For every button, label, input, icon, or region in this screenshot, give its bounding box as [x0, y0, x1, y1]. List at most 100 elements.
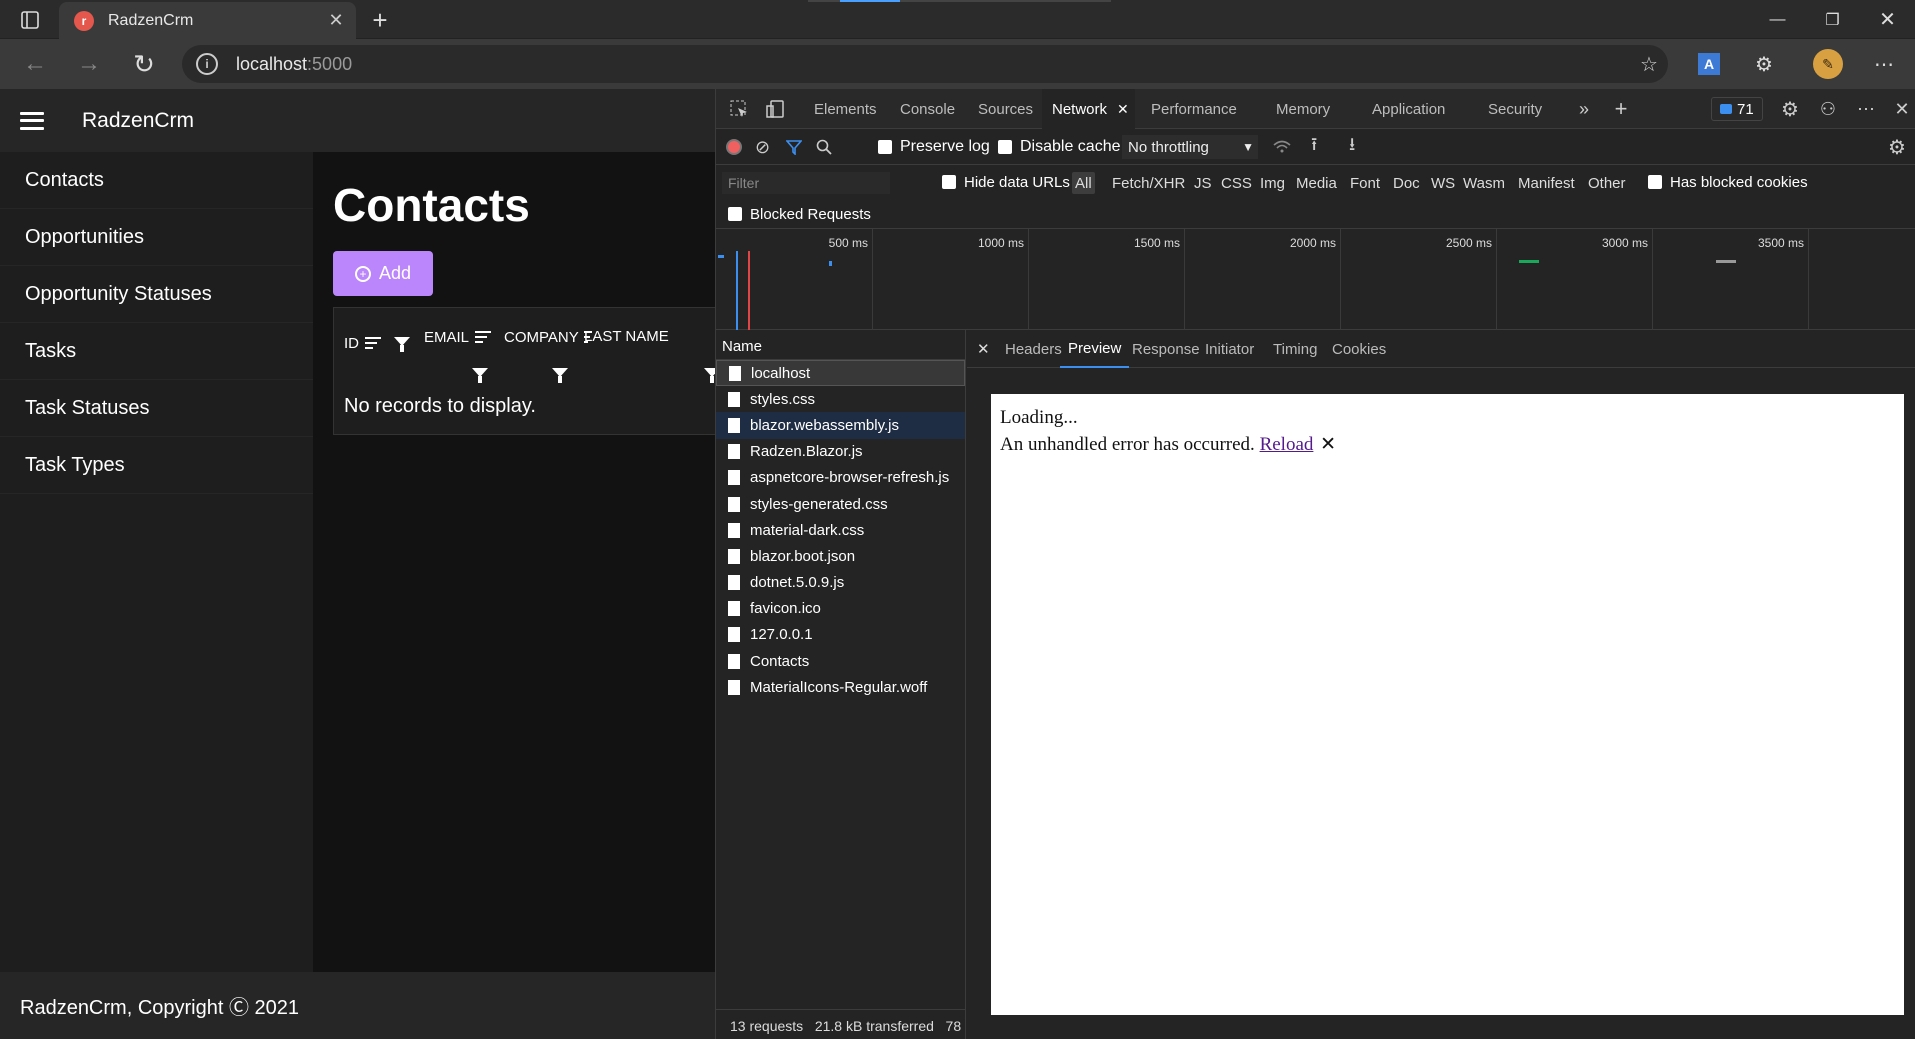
filter-funnel-icon[interactable] — [786, 129, 802, 165]
filter-type-media[interactable]: Media — [1293, 172, 1340, 194]
filter-type-other[interactable]: Other — [1585, 172, 1629, 194]
request-row[interactable]: styles-generated.css — [716, 491, 965, 517]
browser-tab[interactable]: r RadzenCrm ✕ — [59, 2, 356, 39]
column-header-last-name[interactable]: LAST NAME — [584, 328, 669, 345]
restore-icon[interactable]: ❐ — [1805, 0, 1860, 39]
extensions-icon[interactable]: ⚙ — [1748, 48, 1780, 80]
filter-icon[interactable] — [704, 368, 715, 383]
more-options-icon[interactable]: ⋯ — [1852, 89, 1880, 129]
sidebar-item-opportunities[interactable]: Opportunities — [0, 209, 313, 266]
tab-preview[interactable]: Preview — [1060, 330, 1130, 368]
tab-sources[interactable]: Sources — [978, 89, 1033, 129]
more-tabs-icon[interactable]: » — [1572, 89, 1596, 129]
column-header-company[interactable]: COMPANY — [504, 328, 592, 346]
add-button[interactable]: + Add — [333, 251, 433, 296]
add-panel-icon[interactable]: + — [1609, 89, 1633, 129]
request-row[interactable]: dotnet.5.0.9.js — [716, 570, 965, 596]
back-icon[interactable]: ← — [19, 48, 51, 80]
filter-type-all[interactable]: All — [1072, 172, 1095, 194]
filter-type-manifest[interactable]: Manifest — [1515, 172, 1578, 194]
tab-response[interactable]: Response — [1132, 330, 1200, 368]
blocked-requests-checkbox[interactable]: Blocked Requests — [728, 199, 871, 229]
inspect-element-icon[interactable] — [724, 89, 754, 129]
minimize-icon[interactable]: — — [1750, 0, 1805, 39]
tab-headers[interactable]: Headers — [1005, 330, 1062, 368]
filter-type-wasm[interactable]: Wasm — [1460, 172, 1508, 194]
close-window-icon[interactable]: ✕ — [1860, 0, 1915, 39]
close-tab-icon[interactable]: ✕ — [1117, 101, 1129, 118]
name-column-header[interactable]: Name — [716, 330, 965, 360]
filter-type-fetch-xhr[interactable]: Fetch/XHR — [1109, 172, 1188, 194]
filter-type-css[interactable]: CSS — [1218, 172, 1255, 194]
export-har-icon[interactable]: ⭳ — [1349, 129, 1355, 165]
filter-type-ws[interactable]: WS — [1428, 172, 1458, 194]
column-header-email[interactable]: EMAIL — [424, 328, 492, 346]
network-timeline[interactable]: 500 ms 1000 ms 1500 ms 2000 ms 2500 ms 3… — [716, 229, 1915, 330]
request-row[interactable]: favicon.ico — [716, 596, 965, 622]
tab-cookies[interactable]: Cookies — [1332, 330, 1386, 368]
filter-type-img[interactable]: Img — [1257, 172, 1288, 194]
tab-application[interactable]: Application — [1372, 89, 1445, 129]
filter-icon[interactable] — [394, 337, 410, 352]
throttling-select[interactable]: No throttling ▼ — [1122, 135, 1258, 159]
request-row[interactable]: material-dark.css — [716, 517, 965, 543]
close-devtools-icon[interactable]: ✕ — [1888, 89, 1915, 129]
settings-more-icon[interactable]: ⋯ — [1868, 48, 1900, 80]
filter-input[interactable]: Filter — [722, 172, 890, 194]
sidebar-item-opportunity-statuses[interactable]: Opportunity Statuses — [0, 266, 313, 323]
profile-avatar[interactable]: ✎ — [1812, 48, 1844, 80]
favorite-icon[interactable]: ☆ — [1633, 48, 1665, 80]
dismiss-icon[interactable]: ✕ — [1320, 433, 1336, 455]
new-tab-icon[interactable]: + — [366, 5, 394, 35]
clear-icon[interactable]: ⊘ — [755, 129, 770, 165]
import-har-icon[interactable]: ⭱ — [1311, 129, 1317, 165]
sidebar-item-contacts[interactable]: Contacts — [0, 152, 313, 209]
request-row[interactable]: styles.css — [716, 386, 965, 412]
forward-icon[interactable]: → — [73, 48, 105, 80]
tab-initiator[interactable]: Initiator — [1205, 330, 1254, 368]
request-row[interactable]: aspnetcore-browser-refresh.js — [716, 465, 965, 491]
disable-cache-checkbox[interactable]: Disable cache — [998, 129, 1121, 165]
device-toolbar-icon[interactable] — [760, 89, 790, 129]
translate-icon[interactable]: A — [1693, 48, 1725, 80]
menu-icon[interactable] — [20, 111, 44, 130]
request-row[interactable]: Contacts — [716, 648, 965, 674]
hide-data-urls-checkbox[interactable]: Hide data URLs — [942, 165, 1070, 199]
connect-device-icon[interactable]: ⚇ — [1814, 89, 1842, 129]
request-row[interactable]: MaterialIcons-Regular.woff — [716, 674, 965, 700]
column-header-id[interactable]: ID — [344, 334, 381, 352]
filter-type-font[interactable]: Font — [1347, 172, 1383, 194]
close-tab-icon[interactable]: ✕ — [324, 10, 348, 31]
refresh-icon[interactable]: ↻ — [128, 48, 160, 80]
filter-icon[interactable] — [472, 368, 488, 383]
sort-icon[interactable] — [365, 334, 381, 352]
tab-performance[interactable]: Performance — [1151, 89, 1237, 129]
tab-console[interactable]: Console — [900, 89, 955, 129]
url-field[interactable]: i localhost:5000 — [182, 45, 1668, 83]
request-row[interactable]: blazor.boot.json — [716, 543, 965, 569]
sidebar-item-task-types[interactable]: Task Types — [0, 437, 313, 494]
close-detail-icon[interactable]: ✕ — [977, 330, 990, 368]
sidebar-item-task-statuses[interactable]: Task Statuses — [0, 380, 313, 437]
request-row[interactable]: blazor.webassembly.js — [716, 412, 965, 439]
tab-elements[interactable]: Elements — [814, 89, 877, 129]
request-row[interactable]: Radzen.Blazor.js — [716, 439, 965, 465]
has-blocked-cookies-checkbox[interactable]: Has blocked cookies — [1648, 165, 1808, 199]
request-row[interactable]: localhost — [716, 360, 965, 387]
search-icon[interactable] — [816, 129, 832, 165]
sort-icon[interactable] — [475, 328, 492, 346]
filter-type-js[interactable]: JS — [1191, 172, 1215, 194]
tab-actions-icon[interactable] — [16, 6, 44, 34]
record-button[interactable] — [726, 129, 742, 165]
settings-gear-icon[interactable]: ⚙ — [1776, 89, 1804, 129]
tab-security[interactable]: Security — [1488, 89, 1542, 129]
tab-network[interactable]: Network ✕ — [1042, 89, 1135, 129]
filter-type-doc[interactable]: Doc — [1390, 172, 1423, 194]
network-settings-icon[interactable]: ⚙ — [1888, 129, 1906, 165]
issues-badge[interactable]: 71 — [1711, 97, 1763, 121]
reload-link[interactable]: Reload — [1260, 434, 1314, 455]
filter-icon[interactable] — [552, 368, 568, 383]
network-conditions-icon[interactable] — [1272, 129, 1292, 165]
tab-memory[interactable]: Memory — [1276, 89, 1330, 129]
request-row[interactable]: 127.0.0.1 — [716, 622, 965, 648]
